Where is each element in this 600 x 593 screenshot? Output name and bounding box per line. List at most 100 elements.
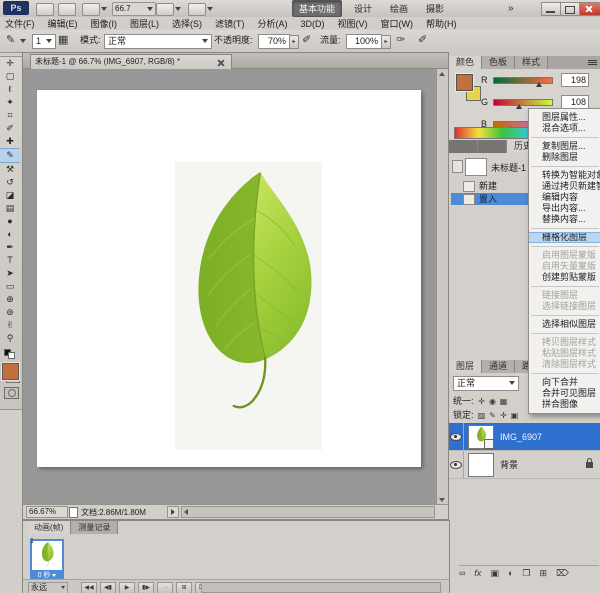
scroll-up-icon[interactable]	[439, 72, 445, 76]
workspace-button[interactable]: 设计	[348, 1, 378, 16]
arrange-documents-icon[interactable]	[156, 3, 174, 16]
blur-tool[interactable]: ●	[0, 215, 20, 228]
horizontal-scrollbar[interactable]	[181, 506, 435, 518]
context-menu-item[interactable]: 创建剪贴蒙版	[529, 272, 600, 283]
lock-image-icon[interactable]: ✎	[487, 411, 498, 420]
tab-masks[interactable]	[478, 140, 507, 153]
lasso-tool[interactable]: ℓ	[0, 83, 20, 96]
flow-field[interactable]: 100%	[346, 34, 382, 49]
healing-brush-tool[interactable]: ✚	[0, 135, 20, 148]
gradient-tool[interactable]: ▤	[0, 202, 20, 215]
menubar-item[interactable]: 视图(V)	[338, 17, 368, 30]
opacity-spinner[interactable]: ▸	[289, 35, 299, 49]
history-brush-source-icon[interactable]	[452, 160, 463, 173]
screen-mode-icon[interactable]	[188, 3, 206, 16]
blend-mode-select[interactable]: 正常	[453, 376, 519, 391]
tab-measurement-log[interactable]: 测量记录	[71, 521, 118, 534]
path-selection-tool[interactable]: ➤	[0, 267, 20, 280]
3d-rotate-tool[interactable]: ⊕	[0, 293, 20, 306]
canvas-page[interactable]	[37, 90, 421, 467]
lock-all-icon[interactable]: ▣	[509, 411, 520, 420]
tab-swatches[interactable]: 色板	[482, 56, 515, 69]
channel-value-field[interactable]: 108	[561, 95, 589, 109]
context-menu-item[interactable]: 导出内容...	[529, 203, 600, 214]
context-menu-item[interactable]: 拼合图像	[529, 399, 600, 410]
link-layers-icon[interactable]: ∞	[459, 568, 465, 584]
history-brush-tool[interactable]: ↺	[0, 176, 20, 189]
visibility-toggle[interactable]	[449, 451, 464, 478]
next-frame-button[interactable]: ▮▶	[138, 582, 154, 593]
mode-select[interactable]: 正常	[104, 34, 212, 49]
opacity-field[interactable]: 70%	[258, 34, 290, 49]
add-mask-icon[interactable]: ▣	[490, 568, 499, 584]
tab-styles[interactable]: 样式	[515, 56, 548, 69]
r-slider[interactable]	[493, 77, 553, 84]
new-group-icon[interactable]: ❐	[522, 568, 530, 584]
menubar-item[interactable]: 滤镜(T)	[215, 17, 245, 30]
context-menu-item[interactable]: 混合选项...	[529, 123, 600, 134]
minimize-button[interactable]	[541, 2, 561, 16]
tab-animation[interactable]: 动画(帧)	[27, 521, 71, 534]
clone-stamp-tool[interactable]: ⚒	[0, 163, 20, 176]
placed-image-area[interactable]	[175, 162, 322, 450]
tablet-opacity-icon[interactable]: ✐	[302, 33, 311, 46]
dodge-tool[interactable]: ◐	[0, 228, 20, 241]
play-button[interactable]: ▶	[119, 582, 135, 593]
tab-adjustments[interactable]	[449, 140, 478, 153]
context-menu-item[interactable]: 选择相似图层	[529, 319, 600, 330]
menubar-item[interactable]: 3D(D)	[301, 19, 325, 29]
view-extras-icon[interactable]	[82, 3, 100, 16]
context-menu-item[interactable]: 转换为智能对象	[529, 170, 600, 181]
context-menu-item[interactable]: 栅格化图层	[529, 232, 600, 243]
workspace-button[interactable]: 摄影	[420, 1, 450, 16]
menubar-item[interactable]: 编辑(E)	[48, 17, 78, 30]
move-tool[interactable]: ✛	[0, 57, 20, 70]
zoom-tool[interactable]: ⚲	[0, 332, 20, 345]
menubar-item[interactable]: 窗口(W)	[381, 17, 414, 30]
document-tab[interactable]: 未标题-1 @ 66.7% (IMG_6907, RGB/8) *	[30, 54, 232, 69]
slider-thumb[interactable]	[516, 104, 522, 109]
layer-row[interactable]: IMG_6907	[449, 423, 600, 451]
lock-position-icon[interactable]: ✛	[498, 411, 509, 420]
g-slider[interactable]	[493, 99, 553, 106]
panel-menu-icon[interactable]	[588, 60, 597, 61]
tab-channels[interactable]: 通道	[482, 360, 515, 373]
type-tool[interactable]: T	[0, 254, 20, 267]
slider-thumb[interactable]	[536, 82, 542, 87]
workspace-button[interactable]: 绘画	[384, 1, 414, 16]
workspace-overflow-button[interactable]: »	[508, 3, 514, 14]
new-layer-icon[interactable]: ⊞	[539, 568, 547, 584]
context-menu-item[interactable]: 向下合并	[529, 377, 600, 388]
status-zoom-field[interactable]: 66.67%	[26, 506, 68, 518]
mini-bridge-icon[interactable]	[58, 3, 76, 16]
crop-tool[interactable]: ⌗	[0, 109, 20, 122]
vertical-scrollbar[interactable]	[436, 69, 448, 505]
menubar-item[interactable]: 帮助(H)	[426, 17, 457, 30]
eraser-tool[interactable]: ◪	[0, 189, 20, 202]
frame-thumbnail[interactable]	[30, 539, 64, 572]
adjustment-layer-icon[interactable]: ◐	[508, 568, 513, 584]
quick-selection-tool[interactable]: ✦	[0, 96, 20, 109]
context-menu-item[interactable]: 删除图层	[529, 152, 600, 163]
tab-close-icon[interactable]	[217, 59, 224, 66]
status-options-button[interactable]	[167, 506, 179, 518]
animation-frame[interactable]: 1 0 秒	[29, 538, 63, 580]
brush-preset-picker[interactable]: 1	[32, 34, 56, 49]
brush-tool[interactable]: ✎	[0, 148, 20, 163]
airbrush-icon[interactable]: ✑	[396, 33, 405, 46]
menubar-item[interactable]: 文件(F)	[5, 17, 35, 30]
default-colors-icon[interactable]	[4, 349, 14, 358]
launch-bridge-icon[interactable]	[36, 3, 54, 16]
scroll-left-icon[interactable]	[184, 509, 188, 515]
pen-tool[interactable]: ✒	[0, 241, 20, 254]
unify-position-icon[interactable]: ✛	[476, 397, 487, 406]
context-menu-item[interactable]: 编辑内容	[529, 192, 600, 203]
menubar-item[interactable]: 选择(S)	[172, 17, 202, 30]
quick-mask-icon[interactable]	[4, 387, 19, 399]
scroll-down-icon[interactable]	[439, 498, 445, 502]
delete-layer-icon[interactable]: ⌦	[556, 568, 569, 584]
toggle-brush-panel-icon[interactable]: ▦	[58, 33, 68, 46]
unify-visibility-icon[interactable]: ◉	[487, 397, 498, 406]
current-tool-icon[interactable]: ✎	[6, 33, 15, 46]
marquee-tool[interactable]: ▢	[0, 70, 20, 83]
